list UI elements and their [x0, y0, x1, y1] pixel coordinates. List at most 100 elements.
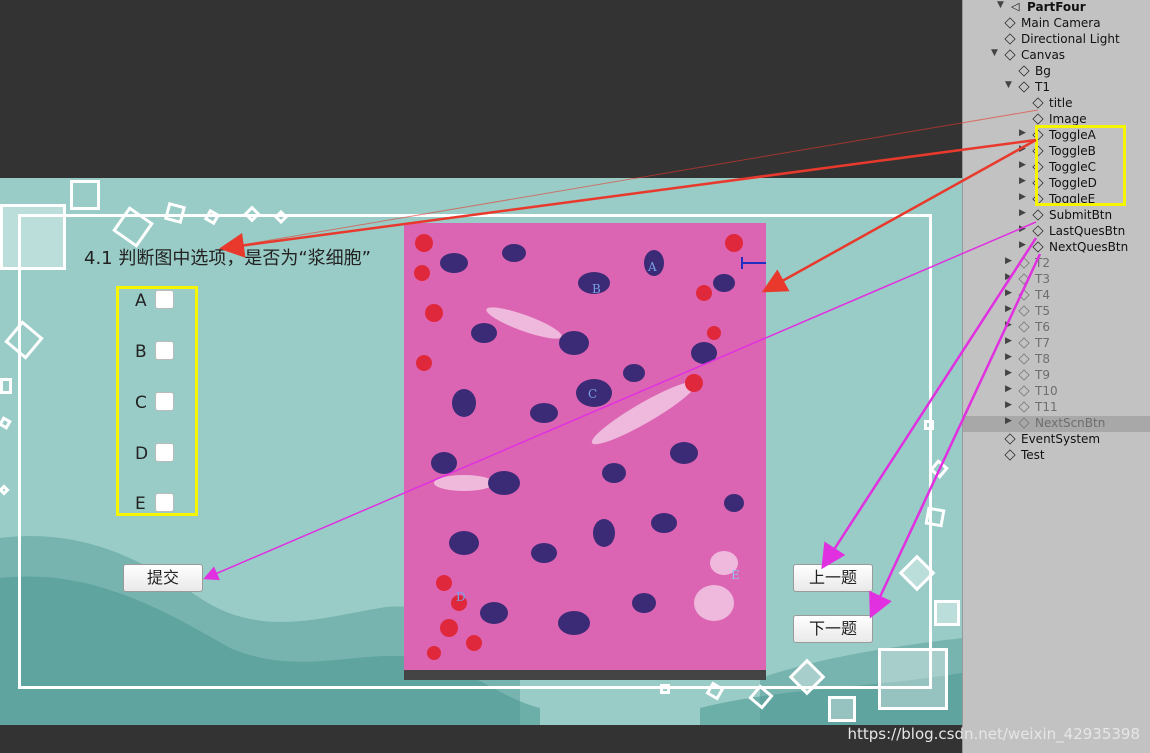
collapse-arrow-icon[interactable]: ▶ — [1005, 304, 1012, 314]
hierarchy-item-directional-light[interactable]: Directional Light — [963, 32, 1150, 48]
hierarchy-item-t9[interactable]: ▶ T9 — [963, 368, 1150, 384]
gameobject-cube-icon — [1018, 369, 1030, 381]
collapse-arrow-icon[interactable]: ▶ — [1005, 416, 1012, 426]
expand-arrow-icon[interactable]: ▼ — [1005, 80, 1012, 90]
hierarchy-item-t10[interactable]: ▶ T10 — [963, 384, 1150, 400]
hierarchy-panel: ▼ ◁ PartFour Main Camera Directional Ligh… — [962, 0, 1150, 753]
hierarchy-item-label: Canvas — [1021, 48, 1066, 62]
hierarchy-item-t1[interactable]: ▼ T1 — [963, 80, 1150, 96]
hierarchy-item-main-camera[interactable]: Main Camera — [963, 16, 1150, 32]
collapse-arrow-icon[interactable]: ▶ — [1019, 240, 1026, 250]
checkbox[interactable] — [155, 290, 174, 309]
gameobject-cube-icon — [1018, 305, 1030, 317]
hierarchy-item-label: Main Camera — [1021, 16, 1101, 30]
hierarchy-item-label: LastQuesBtn — [1049, 224, 1126, 238]
hierarchy-item-submitbtn[interactable]: ▶ SubmitBtn — [963, 208, 1150, 224]
hierarchy-item-bg[interactable]: Bg — [963, 64, 1150, 80]
checkbox[interactable] — [155, 493, 174, 512]
toggle-d[interactable]: D — [135, 443, 195, 465]
gameobject-cube-icon — [1018, 321, 1030, 333]
toggle-e[interactable]: E — [135, 493, 195, 515]
histology-image: A B C D E — [404, 223, 766, 680]
toggles-highlight-box — [1035, 125, 1126, 206]
toggle-label: E — [135, 494, 146, 514]
collapse-arrow-icon[interactable]: ▶ — [1019, 144, 1026, 154]
collapse-arrow-icon[interactable]: ▶ — [1005, 384, 1012, 394]
hierarchy-item-nextquesbtn[interactable]: ▶ NextQuesBtn — [963, 240, 1150, 256]
gameobject-cube-icon — [1004, 433, 1016, 445]
collapse-arrow-icon[interactable]: ▶ — [1005, 272, 1012, 282]
gameobject-cube-icon — [1004, 449, 1016, 461]
hierarchy-item-label: T11 — [1035, 400, 1058, 414]
hierarchy-item-label: SubmitBtn — [1049, 208, 1113, 222]
next-question-button[interactable]: 下一题 — [793, 615, 873, 643]
toggle-b[interactable]: B — [135, 341, 195, 363]
toggle-c[interactable]: C — [135, 392, 195, 414]
expand-arrow-icon[interactable]: ▼ — [991, 48, 998, 58]
hierarchy-item-label: T2 — [1035, 256, 1050, 270]
collapse-arrow-icon[interactable]: ▶ — [1005, 352, 1012, 362]
checkbox[interactable] — [155, 443, 174, 462]
gameobject-cube-icon — [1004, 49, 1016, 61]
hierarchy-item-t4[interactable]: ▶ T4 — [963, 288, 1150, 304]
gameobject-cube-icon — [1018, 273, 1030, 285]
image-label-b: B — [592, 282, 601, 296]
hierarchy-root[interactable]: ▼ ◁ PartFour — [963, 0, 1150, 16]
hierarchy-item-t2[interactable]: ▶ T2 — [963, 256, 1150, 272]
gameobject-cube-icon — [1032, 241, 1044, 253]
hierarchy-item-title[interactable]: title — [963, 96, 1150, 112]
hierarchy-item-label: T1 — [1035, 80, 1050, 94]
image-bottom-bar — [404, 670, 766, 680]
toggle-label: D — [135, 444, 149, 464]
collapse-arrow-icon[interactable]: ▶ — [1019, 160, 1026, 170]
collapse-arrow-icon[interactable]: ▶ — [1005, 368, 1012, 378]
collapse-arrow-icon[interactable]: ▶ — [1019, 224, 1026, 234]
hierarchy-item-nextscnbtn[interactable]: ▶ NextScnBtn — [963, 416, 1150, 432]
hierarchy-item-lastquesbtn[interactable]: ▶ LastQuesBtn — [963, 224, 1150, 240]
collapse-arrow-icon[interactable]: ▶ — [1005, 288, 1012, 298]
toggle-a[interactable]: A — [135, 290, 195, 312]
hierarchy-item-label: T6 — [1035, 320, 1050, 334]
question-title: 4.1 判断图中选项，是否为“浆细胞” — [84, 248, 371, 269]
game-view: 4.1 判断图中选项，是否为“浆细胞” A B C D E 提交 A B C D… — [0, 178, 962, 725]
hierarchy-item-test[interactable]: Test — [963, 448, 1150, 464]
checkbox[interactable] — [155, 341, 174, 360]
hierarchy-item-canvas[interactable]: ▼ Canvas — [963, 48, 1150, 64]
expand-arrow-icon[interactable]: ▼ — [997, 0, 1004, 10]
hierarchy-item-t3[interactable]: ▶ T3 — [963, 272, 1150, 288]
collapse-arrow-icon[interactable]: ▶ — [1005, 400, 1012, 410]
image-label-a: A — [647, 260, 657, 274]
collapse-arrow-icon[interactable]: ▶ — [1019, 128, 1026, 138]
watermark: https://blog.csdn.net/weixin_42935398 — [847, 725, 1140, 743]
gameobject-cube-icon — [1032, 97, 1044, 109]
hierarchy-item-t8[interactable]: ▶ T8 — [963, 352, 1150, 368]
gameobject-cube-icon — [1018, 65, 1030, 77]
hierarchy-item-t6[interactable]: ▶ T6 — [963, 320, 1150, 336]
cell-image-graphic: A B C D E — [404, 223, 766, 680]
gameobject-cube-icon — [1032, 225, 1044, 237]
hierarchy-item-label: title — [1049, 96, 1073, 110]
image-label-e: E — [731, 568, 740, 582]
hierarchy-item-label: EventSystem — [1021, 432, 1101, 446]
hierarchy-item-eventsystem[interactable]: EventSystem — [963, 432, 1150, 448]
gameobject-cube-icon — [1018, 337, 1030, 349]
collapse-arrow-icon[interactable]: ▶ — [1019, 192, 1026, 202]
gameobject-cube-icon — [1004, 17, 1016, 29]
gameobject-cube-icon — [1032, 113, 1044, 125]
hierarchy-item-t5[interactable]: ▶ T5 — [963, 304, 1150, 320]
collapse-arrow-icon[interactable]: ▶ — [1019, 176, 1026, 186]
hierarchy-item-t11[interactable]: ▶ T11 — [963, 400, 1150, 416]
hierarchy-item-t7[interactable]: ▶ T7 — [963, 336, 1150, 352]
unity-scene-icon: ◁ — [1011, 0, 1020, 13]
hierarchy-item-label: T10 — [1035, 384, 1058, 398]
collapse-arrow-icon[interactable]: ▶ — [1005, 336, 1012, 346]
checkbox[interactable] — [155, 392, 174, 411]
collapse-arrow-icon[interactable]: ▶ — [1005, 320, 1012, 330]
submit-button[interactable]: 提交 — [123, 564, 203, 592]
hierarchy-item-label: Test — [1021, 448, 1045, 462]
collapse-arrow-icon[interactable]: ▶ — [1019, 208, 1026, 218]
prev-question-button[interactable]: 上一题 — [793, 564, 873, 592]
deco-square — [934, 600, 960, 626]
collapse-arrow-icon[interactable]: ▶ — [1005, 256, 1012, 266]
gameobject-cube-icon — [1004, 33, 1016, 45]
